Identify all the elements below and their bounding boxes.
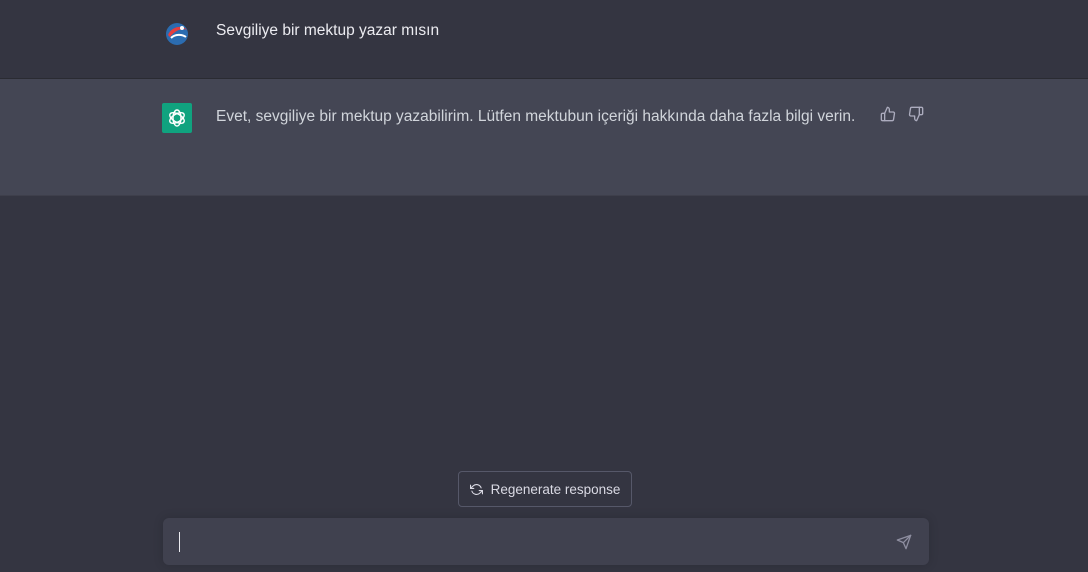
regenerate-response-button[interactable]: Regenerate response (458, 471, 632, 507)
user-message-row: Sevgiliye bir mektup yazar mısın (0, 0, 1088, 79)
assistant-message-text: Evet, sevgiliye bir mektup yazabilirim. … (216, 108, 856, 125)
message-input[interactable] (177, 530, 881, 556)
regenerate-label: Regenerate response (490, 481, 621, 497)
thumbs-down-icon[interactable] (908, 106, 926, 124)
send-icon[interactable] (896, 534, 914, 552)
message-composer (163, 518, 929, 565)
text-caret (179, 532, 180, 552)
chat-page: Sevgiliye bir mektup yazar mısın Evet, s… (0, 0, 1088, 572)
assistant-message-row (0, 79, 1088, 196)
thumbs-up-icon[interactable] (880, 106, 898, 124)
user-avatar-icon (162, 18, 192, 48)
openai-logo-icon (162, 103, 192, 133)
refresh-icon (469, 483, 483, 495)
user-message-text: Sevgiliye bir mektup yazar mısın (216, 22, 440, 39)
